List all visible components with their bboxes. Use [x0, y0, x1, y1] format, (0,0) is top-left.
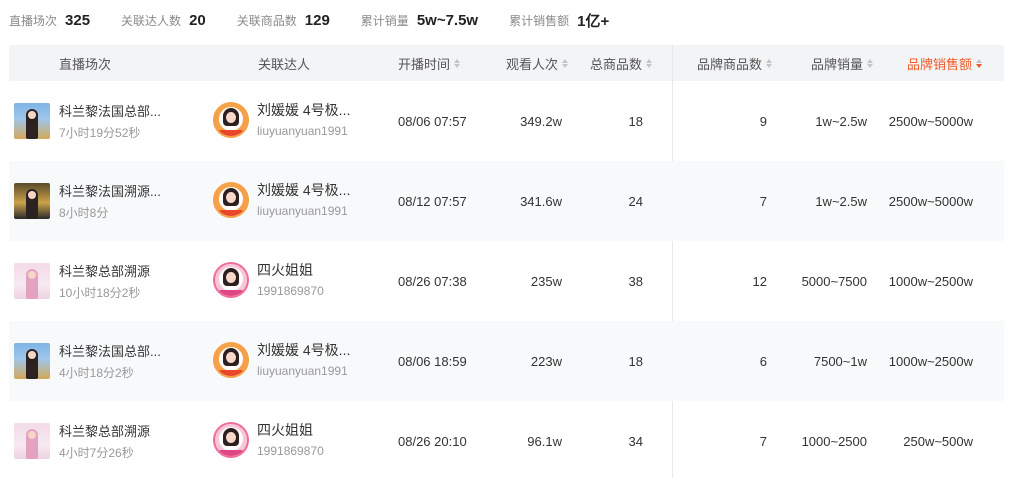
live-cover-image[interactable] — [14, 263, 50, 299]
col-header-brand-sales[interactable]: 品牌销量 — [811, 45, 874, 81]
author-avatar[interactable] — [213, 262, 249, 298]
author-avatar[interactable] — [213, 422, 249, 458]
brand-revenue: 2500w~5000w — [888, 113, 973, 129]
total-products: 24 — [628, 193, 643, 209]
brand-products: 6 — [759, 353, 767, 369]
author-id: 1991869870 — [257, 444, 324, 458]
brand-products: 9 — [759, 113, 767, 129]
live-title[interactable]: 科兰黎法国溯源... — [59, 181, 161, 200]
brand-sales: 1w~2.5w — [815, 113, 867, 129]
table-row[interactable]: 科兰黎总部溯源 10小时18分2秒 四火姐姐 1991869870 08/26 … — [9, 241, 1004, 321]
summary-bar: 直播场次 325 关联达人数 20 关联商品数 129 累计销量 5w~7.5w… — [9, 9, 640, 31]
live-duration: 8小时8分 — [59, 206, 109, 220]
stat-total-revenue: 累计销售额 1亿+ — [509, 10, 609, 31]
start-time: 08/06 18:59 — [398, 353, 467, 369]
col-header-brand-products[interactable]: 品牌商品数 — [697, 45, 773, 81]
col-header-author: 关联达人 — [258, 56, 311, 72]
stat-total-sales: 累计销量 5w~7.5w — [361, 12, 478, 29]
col-header-start-time[interactable]: 开播时间 — [398, 45, 461, 81]
brand-sales: 5000~7500 — [801, 273, 867, 289]
brand-revenue: 250w~500w — [903, 433, 973, 449]
author-avatar[interactable] — [213, 342, 249, 378]
stat-label: 累计销量 — [360, 13, 409, 28]
stat-value: 325 — [65, 11, 91, 29]
stat-live-count: 直播场次 325 — [9, 12, 90, 29]
table-header: 直播场次 关联达人 开播时间 观看人次 总商品数 品牌商品数 品牌销量 品牌销售… — [9, 45, 1004, 81]
sort-icon — [646, 58, 653, 68]
col-header-brand-revenue[interactable]: 品牌销售额 — [907, 45, 983, 81]
stat-author-count: 关联达人数 20 — [121, 12, 206, 29]
live-title[interactable]: 科兰黎总部溯源 — [59, 421, 150, 440]
author-id: liuyuanyuan1991 — [257, 124, 348, 138]
total-products: 38 — [628, 273, 643, 289]
views: 96.1w — [527, 433, 562, 449]
brand-sales: 1000~2500 — [801, 433, 867, 449]
brand-products: 7 — [759, 193, 767, 209]
total-products: 34 — [628, 433, 643, 449]
stat-value: 1亿+ — [577, 12, 610, 30]
brand-revenue: 1000w~2500w — [888, 353, 973, 369]
brand-revenue: 2500w~5000w — [888, 193, 973, 209]
table-row[interactable]: 科兰黎法国总部... 4小时18分2秒 刘媛媛 4号极... liuyuanyu… — [9, 321, 1004, 401]
col-header-total-products[interactable]: 总商品数 — [590, 45, 653, 81]
author-id: 1991869870 — [257, 284, 324, 298]
sort-icon — [562, 58, 569, 68]
stat-label: 关联商品数 — [236, 13, 297, 28]
total-products: 18 — [628, 353, 643, 369]
table-row[interactable]: 科兰黎法国总部... 7小时19分52秒 刘媛媛 4号极... liuyuany… — [9, 81, 1004, 161]
start-time: 08/12 07:57 — [398, 193, 467, 209]
author-name[interactable]: 四火姐姐 — [257, 260, 313, 280]
table-row[interactable]: 科兰黎法国溯源... 8小时8分 刘媛媛 4号极... liuyuanyuan1… — [9, 161, 1004, 241]
live-cover-image[interactable] — [14, 183, 50, 219]
author-name[interactable]: 刘媛媛 4号极... — [257, 100, 350, 120]
author-name[interactable]: 刘媛媛 4号极... — [257, 340, 350, 360]
start-time: 08/26 07:38 — [398, 273, 467, 289]
live-title[interactable]: 科兰黎法国总部... — [59, 101, 161, 120]
stat-value: 129 — [304, 11, 330, 29]
live-title[interactable]: 科兰黎法国总部... — [59, 341, 161, 360]
table-row[interactable]: 科兰黎总部溯源 4小时7分26秒 四火姐姐 1991869870 08/26 2… — [9, 401, 1004, 478]
sort-icon — [976, 58, 983, 68]
author-avatar[interactable] — [213, 102, 249, 138]
views: 341.6w — [520, 193, 562, 209]
sort-icon — [454, 58, 461, 68]
stat-product-count: 关联商品数 129 — [237, 12, 330, 29]
views: 349.2w — [520, 113, 562, 129]
col-header-views[interactable]: 观看人次 — [506, 45, 569, 81]
total-products: 18 — [628, 113, 643, 129]
live-table: 直播场次 关联达人 开播时间 观看人次 总商品数 品牌商品数 品牌销量 品牌销售… — [9, 45, 1004, 478]
stat-value: 5w~7.5w — [416, 11, 479, 29]
live-duration: 10小时18分2秒 — [59, 286, 141, 300]
live-cover-image[interactable] — [14, 343, 50, 379]
table-body: 科兰黎法国总部... 7小时19分52秒 刘媛媛 4号极... liuyuany… — [9, 81, 1004, 478]
live-duration: 7小时19分52秒 — [59, 126, 141, 140]
live-cover-image[interactable] — [14, 103, 50, 139]
author-avatar[interactable] — [213, 182, 249, 218]
live-duration: 4小时7分26秒 — [59, 446, 134, 460]
author-name[interactable]: 四火姐姐 — [257, 420, 313, 440]
views: 235w — [530, 273, 562, 289]
live-title[interactable]: 科兰黎总部溯源 — [59, 261, 150, 280]
brand-products: 7 — [759, 433, 767, 449]
views: 223w — [530, 353, 562, 369]
sort-icon — [867, 58, 874, 68]
brand-sales: 1w~2.5w — [815, 193, 867, 209]
brand-revenue: 1000w~2500w — [888, 273, 973, 289]
brand-sales: 7500~1w — [813, 353, 867, 369]
stat-label: 累计销售额 — [509, 13, 570, 28]
col-header-live: 直播场次 — [59, 56, 112, 72]
stat-label: 关联达人数 — [121, 13, 182, 28]
start-time: 08/06 07:57 — [398, 113, 467, 129]
brand-products: 12 — [752, 273, 767, 289]
sort-icon — [766, 58, 773, 68]
live-duration: 4小时18分2秒 — [59, 366, 134, 380]
live-cover-image[interactable] — [14, 423, 50, 459]
author-id: liuyuanyuan1991 — [257, 204, 348, 218]
stat-value: 20 — [189, 11, 206, 29]
stat-label: 直播场次 — [9, 13, 58, 28]
author-name[interactable]: 刘媛媛 4号极... — [257, 180, 350, 200]
start-time: 08/26 20:10 — [398, 433, 467, 449]
author-id: liuyuanyuan1991 — [257, 364, 348, 378]
